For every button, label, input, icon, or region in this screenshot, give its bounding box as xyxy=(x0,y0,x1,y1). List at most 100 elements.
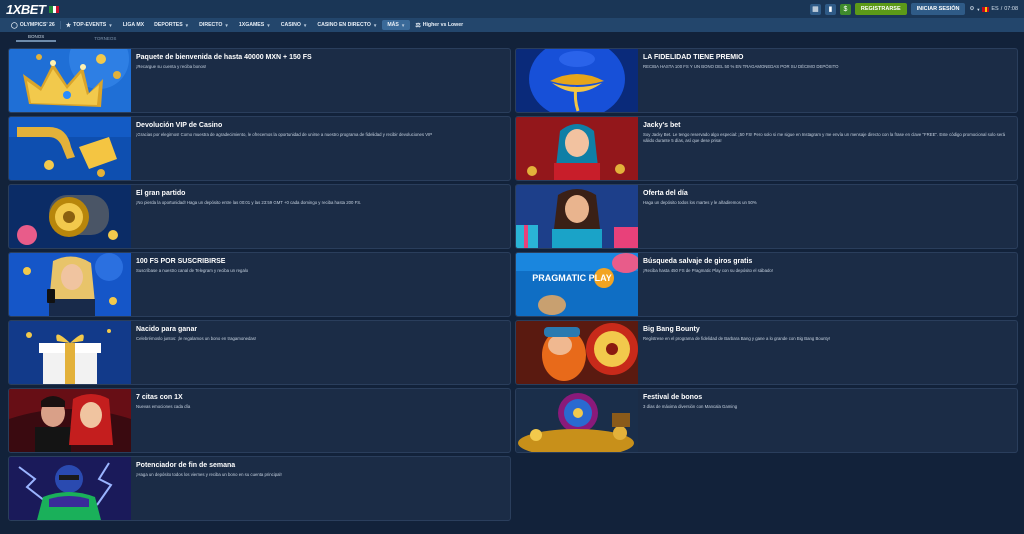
promo-image-hero xyxy=(9,457,131,520)
promo-card-vip[interactable]: Devolución VIP de Casino ¡Gracias por el… xyxy=(8,116,511,181)
promo-title: Oferta del día xyxy=(643,190,688,197)
promo-image-golden-tap xyxy=(9,117,131,180)
clock-time: 07:08 xyxy=(1004,6,1018,12)
promo-title: Big Bang Bounty xyxy=(643,326,700,333)
promo-description: Regístrese en el programa de fidelidad d… xyxy=(643,336,831,341)
promo-title: 100 FS POR SUSCRIBIRSE xyxy=(136,258,226,265)
promo-card-oferta-dia[interactable]: Oferta del día Haga un depósito todos lo… xyxy=(515,184,1018,249)
promo-title: Devolución VIP de Casino xyxy=(136,122,223,129)
promo-title: Paquete de bienvenida de hasta 40000 MXN… xyxy=(136,54,312,61)
promo-description: Celebrémoslo juntos: ¡le regalamos un bo… xyxy=(136,336,257,341)
promo-card-welcome[interactable]: Paquete de bienvenida de hasta 40000 MXN… xyxy=(8,48,511,113)
promo-subtabs: BONOS TORNEOS xyxy=(16,32,128,42)
promo-description: ¡Haga un depósito todos los viernes y re… xyxy=(136,472,282,477)
promo-card-festival[interactable]: Festival de bonos 3 días de máxima diver… xyxy=(515,388,1018,453)
promo-card-nacido-ganar[interactable]: Nacido para ganar Celebrémoslo juntos: ¡… xyxy=(8,320,511,385)
tab-torneos[interactable]: TORNEOS xyxy=(82,32,128,42)
dollar-icon[interactable]: $ xyxy=(839,3,851,15)
promo-image-gift-box xyxy=(9,321,131,384)
nav-label: DIRECTO xyxy=(199,22,223,28)
promo-card-busqueda[interactable]: PRAGMATIC PLAY Búsqueda salvaje de giros… xyxy=(515,252,1018,317)
promo-image-phone-woman xyxy=(9,253,131,316)
nav-item-mas[interactable]: MÁS ▼ xyxy=(382,20,411,30)
nav-label: 1XGAMES xyxy=(238,22,265,28)
promo-card-7-citas[interactable]: 7 citas con 1X Nuevas emociones cada día xyxy=(8,388,511,453)
promo-title: LA FIDELIDAD TIENE PREMIO xyxy=(643,54,744,61)
promo-title: El gran partido xyxy=(136,190,186,197)
olympic-rings-icon: ◯ xyxy=(11,22,18,29)
login-button[interactable]: INICIAR SESIÓN xyxy=(910,3,966,15)
promo-title: Nacido para ganar xyxy=(136,326,198,333)
nav-label: CASINO EN DIRECTO xyxy=(317,22,371,28)
promo-title: Jacky's bet xyxy=(643,122,681,129)
promo-description: Suscríbase a nuestro canal de Telegram y… xyxy=(136,268,249,273)
promo-title: Búsqueda salvaje de giros gratis xyxy=(643,258,753,265)
promo-description: ¡Recargue su cuenta y reciba bonos! xyxy=(136,64,207,69)
nav-item-casino-en-directo[interactable]: CASINO EN DIRECTO ▼ xyxy=(312,18,382,32)
chevron-down-icon: ▼ xyxy=(108,22,113,28)
chevron-down-icon: ▼ xyxy=(224,22,229,28)
brand-logo[interactable]: 1XBET xyxy=(6,1,60,17)
nav-item-olympics[interactable]: ◯ OLYMPICS' 26 xyxy=(6,18,60,32)
nav-item-liga-mx[interactable]: LIGA MX xyxy=(118,18,149,32)
nav-label: OLYMPICS' 26 xyxy=(19,22,55,28)
nav-label: CASINO xyxy=(280,22,301,28)
promo-description: ¡Reciba hasta 450 FS de Pragmatic Play c… xyxy=(643,268,773,273)
nav-label: TOP-EVENTS xyxy=(73,22,107,28)
promo-image-dwarf xyxy=(516,321,638,384)
promo-description: Nuevas emociones cada día xyxy=(136,404,191,409)
divider-slash: / xyxy=(1000,6,1003,12)
promo-image-cannon xyxy=(9,185,131,248)
promo-title: Festival de bonos xyxy=(643,394,703,401)
promo-description: ¡No pierda la oportunidad! Haga un depós… xyxy=(136,200,362,205)
nav-label: LIGA MX xyxy=(122,22,145,28)
settings-menu[interactable]: ⚙ ▼ ES / 07:08 xyxy=(969,6,1018,12)
chevron-down-icon: ▼ xyxy=(302,22,308,28)
nav-label: MÁS xyxy=(387,22,399,28)
promo-card-big-bang[interactable]: Big Bang Bounty Regístrese en el program… xyxy=(515,320,1018,385)
promo-image-jacky xyxy=(516,117,638,180)
nav-item-top-events[interactable]: ★ TOP-EVENTS ▼ xyxy=(61,18,118,32)
chevron-down-icon: ▼ xyxy=(400,22,406,28)
promo-title: 7 citas con 1X xyxy=(136,394,183,401)
tab-bonos[interactable]: BONOS xyxy=(16,32,57,42)
promo-title: Potenciador de fin de semana xyxy=(136,462,236,469)
nav-item-deportes[interactable]: DEPORTES ▼ xyxy=(149,18,194,32)
promo-card-fidelidad[interactable]: LA FIDELIDAD TIENE PREMIO RECIBA HASTA 1… xyxy=(515,48,1018,113)
promo-image-wheel xyxy=(516,389,638,452)
trophy-icon: ★ xyxy=(65,22,72,29)
nav-item-casino[interactable]: CASINO ▼ xyxy=(276,18,313,32)
promo-card-potenciador[interactable]: Potenciador de fin de semana ¡Haga un de… xyxy=(8,456,511,521)
promo-image-crown xyxy=(9,49,131,112)
promo-image-couple xyxy=(9,389,131,452)
mobile-app-icon[interactable]: ▮ xyxy=(824,3,836,15)
promo-card-gran-partido[interactable]: El gran partido ¡No pierda la oportunida… xyxy=(8,184,511,249)
spain-flag-icon xyxy=(982,6,990,12)
nav-item-directo[interactable]: DIRECTO ▼ xyxy=(194,18,234,32)
promo-card-jacky[interactable]: Jacky's bet Soy Jacky Bet. Le tengo rese… xyxy=(515,116,1018,181)
language-label: ES xyxy=(991,6,999,12)
promo-description: RECIBA HASTA 100 FS Y UN BONO DEL 50 % E… xyxy=(643,64,839,69)
scales-icon: ⚖ xyxy=(415,22,421,29)
promo-card-suscribirse[interactable]: 100 FS POR SUSCRIBIRSE Suscríbase a nues… xyxy=(8,252,511,317)
chevron-down-icon: ▼ xyxy=(266,22,271,28)
chevron-down-icon: ▼ xyxy=(372,22,378,28)
promo-image-pragmatic: PRAGMATIC PLAY xyxy=(516,253,638,316)
nav-item-higher-vs-lower[interactable]: ⚖ Higher vs Lower xyxy=(410,18,468,32)
logo-text: 1XBET xyxy=(6,1,46,17)
promo-image-lips xyxy=(516,49,638,112)
nav-label: Higher vs Lower xyxy=(422,22,464,28)
register-button[interactable]: REGISTRARSE xyxy=(854,3,907,15)
nav-item-1xgames[interactable]: 1XGAMES ▼ xyxy=(234,18,276,32)
header-actions: ▦ ▮ $ REGISTRARSE INICIAR SESIÓN ⚙ ▼ ES … xyxy=(809,0,1018,18)
nav-label: DEPORTES xyxy=(154,22,183,28)
promo-description: Soy Jacky Bet. Le tengo reservado algo e… xyxy=(643,132,1006,143)
top-bar: 1XBET ▦ ▮ $ REGISTRARSE INICIAR SESIÓN ⚙… xyxy=(0,0,1024,18)
promo-description: Haga un depósito todos los martes y le a… xyxy=(643,200,757,205)
windows-app-icon[interactable]: ▦ xyxy=(809,3,821,15)
chevron-down-icon: ▼ xyxy=(184,22,190,28)
promo-description: ¡Gracias por elegirnos! Como muestra de … xyxy=(136,132,433,137)
mexico-flag-icon xyxy=(49,5,60,13)
chevron-down-icon: ▼ xyxy=(976,6,981,12)
promo-description: 3 días de máxima diversión con Mancala G… xyxy=(643,404,738,409)
